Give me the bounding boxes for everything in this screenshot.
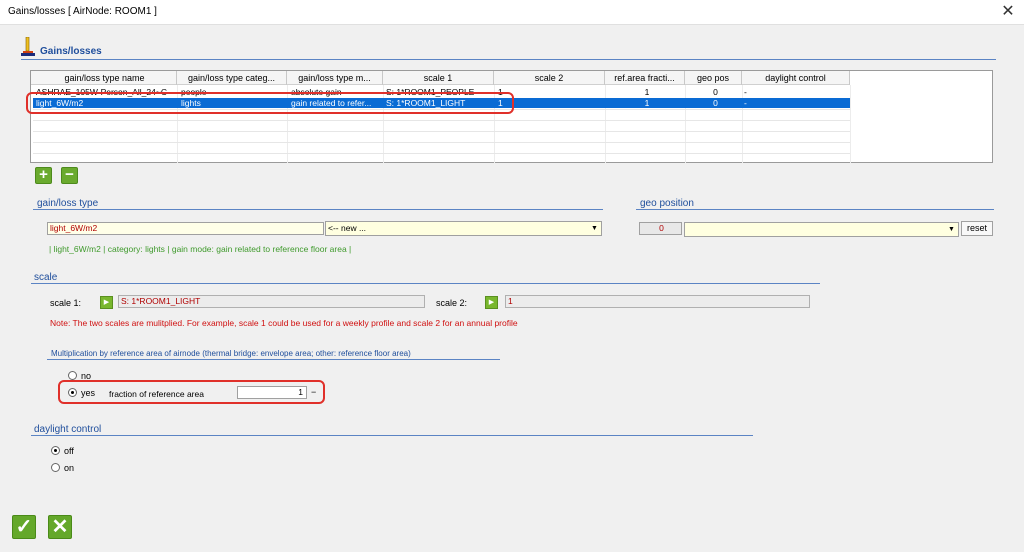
column-header[interactable]: geo pos [685,71,742,85]
gain-type-name-field[interactable]: light_6W/m2 [47,222,324,235]
column-header[interactable]: gain/loss type categ... [177,71,287,85]
section-title-daylight: daylight control [34,424,102,435]
play-icon[interactable]: ▶ [485,296,498,309]
radio-no[interactable] [68,371,77,380]
section-title-geo: geo position [640,198,694,209]
column-header[interactable]: scale 1 [383,71,494,85]
window-title: Gains/losses [ AirNode: ROOM1 ] [8,6,157,17]
cell-daylight: - [744,98,747,108]
geo-value-field: 0 [639,222,682,235]
fraction-label: fraction of reference area [109,389,204,399]
multiplication-title: Multiplication by reference area of airn… [51,349,411,358]
table-header: gain/loss type name gain/loss type categ… [31,71,850,85]
radio-off[interactable] [51,446,60,455]
chevron-down-icon: ▼ [948,226,955,233]
column-header[interactable]: gain/loss type name [33,71,177,85]
geo-dropdown[interactable]: ▼ [684,222,959,237]
window-titlebar: Gains/losses [ AirNode: ROOM1 ] ✕ [0,0,1024,25]
radio-on[interactable] [51,463,60,472]
cell-daylight: - [744,87,747,97]
radio-on-label: on [64,463,75,473]
gain-type-dropdown-value: <-- new ... [328,223,367,233]
remove-button[interactable]: − [61,167,78,184]
reset-button[interactable]: reset [961,221,993,236]
ok-button[interactable]: ✓ [12,515,36,539]
section-title-scale: scale [34,272,58,283]
radio-yes[interactable] [68,388,77,397]
column-header[interactable]: gain/loss type m... [287,71,383,85]
radio-off-label: off [64,446,74,456]
radio-yes-label: yes [81,388,96,398]
close-icon[interactable]: ✕ [998,2,1018,22]
scale1-field[interactable]: S: 1*ROOM1_LIGHT [118,295,425,308]
column-header[interactable]: scale 2 [494,71,605,85]
gains-table[interactable]: gain/loss type name gain/loss type categ… [30,70,993,163]
gains-icon [21,36,35,57]
gain-type-info: | light_6W/m2 | category: lights | gain … [49,244,352,254]
play-icon[interactable]: ▶ [100,296,113,309]
page-title: Gains/losses [40,46,102,57]
header-divider [21,59,996,60]
section-title-gain-type: gain/loss type [37,198,99,209]
fraction-input[interactable]: 1 [237,386,307,399]
row-highlight [26,92,514,114]
scale1-label: scale 1: [50,298,82,308]
scale2-label: scale 2: [436,298,468,308]
cell-fraction: 1 [644,98,650,108]
gain-type-dropdown[interactable]: <-- new ... ▼ [325,221,602,236]
scale2-field[interactable]: 1 [505,295,810,308]
scale-note: Note: The two scales are mulitplied. For… [50,318,518,328]
cancel-button[interactable]: ✕ [48,515,72,539]
column-header[interactable]: daylight control [742,71,850,85]
cell-fraction: 1 [644,87,650,97]
cell-geo: 0 [713,87,718,97]
chevron-down-icon: ▼ [591,225,598,232]
fraction-unit: − [311,387,317,397]
cell-geo: 0 [713,98,718,108]
column-header[interactable]: ref.area fracti... [605,71,685,85]
add-button[interactable]: + [35,167,52,184]
